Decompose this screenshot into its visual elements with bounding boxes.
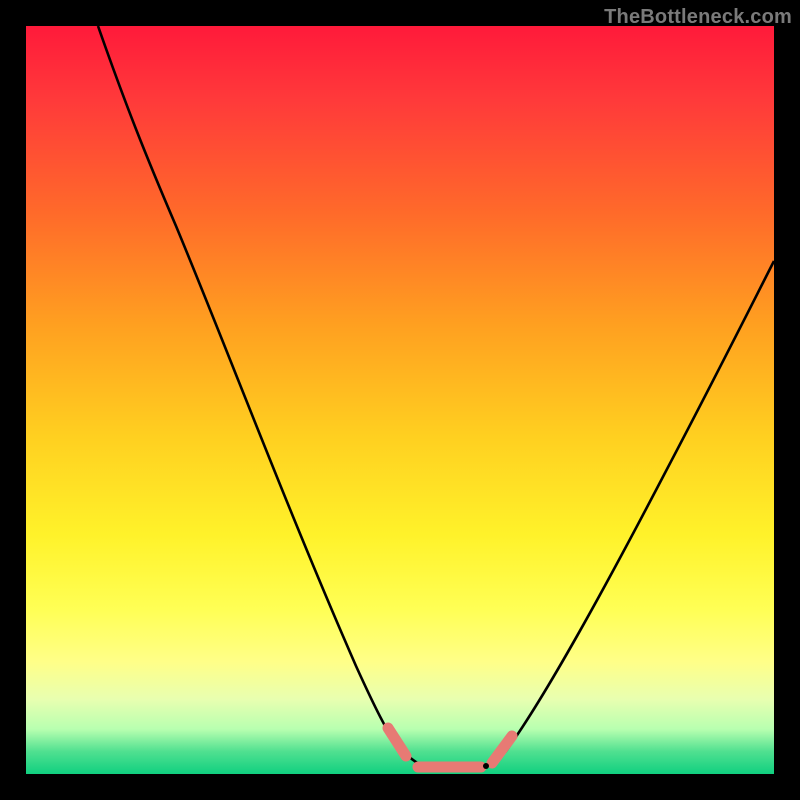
- attribution-text: TheBottleneck.com: [604, 6, 792, 29]
- salmon-segment-right: [492, 736, 512, 763]
- plot-area: [26, 26, 774, 774]
- salmon-segment-left: [388, 728, 406, 756]
- chart-frame: TheBottleneck.com: [0, 0, 800, 800]
- salmon-dot: [483, 763, 489, 769]
- salmon-marker-group: [388, 728, 512, 769]
- bottleneck-curve: [98, 26, 774, 768]
- chart-svg: [26, 26, 774, 774]
